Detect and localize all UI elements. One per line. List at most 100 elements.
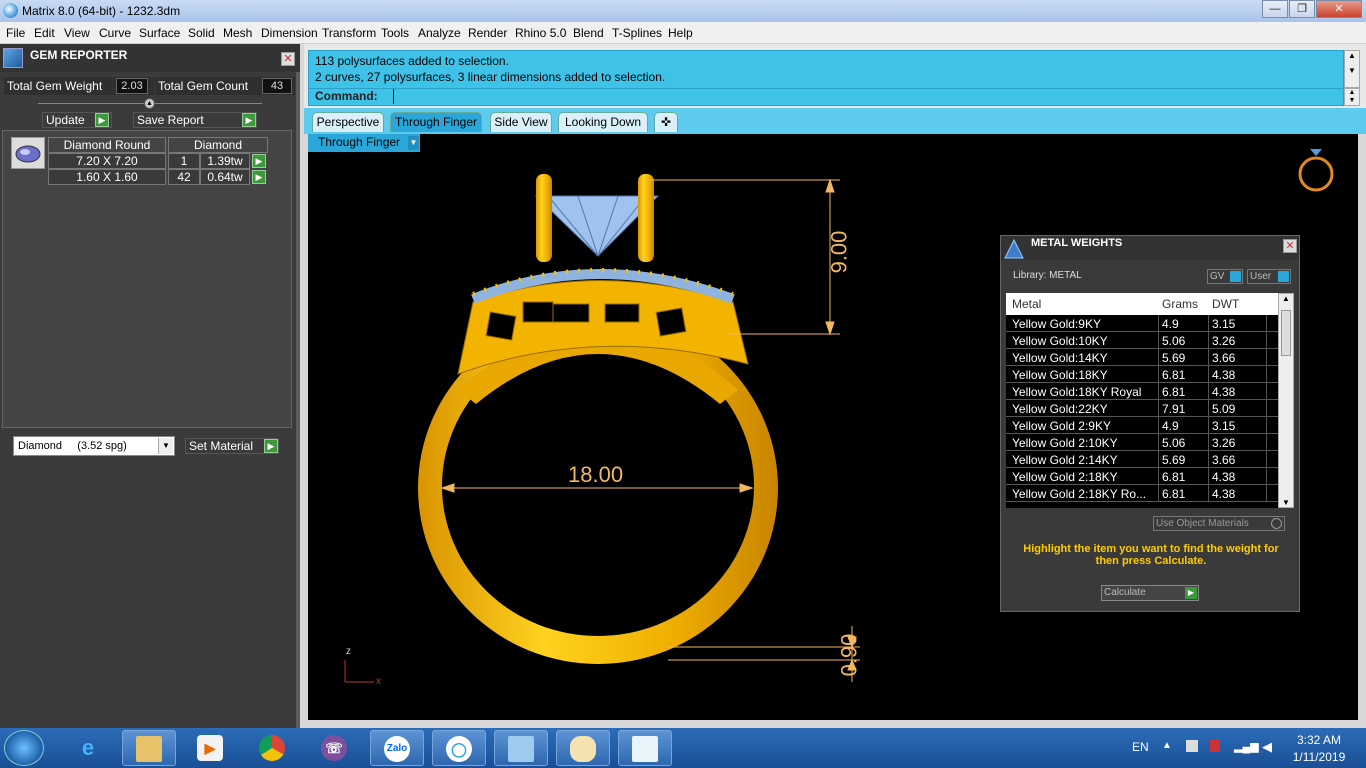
user-toggle[interactable]: User: [1247, 269, 1291, 284]
metal-weights-header: METAL WEIGHTS ✕: [1001, 236, 1299, 260]
tray-arrow-icon[interactable]: ▲: [1162, 740, 1172, 751]
gem-row-size[interactable]: 7.20 X 7.20: [48, 153, 166, 169]
command-scrollbar-2[interactable]: ▲ ▼: [1344, 88, 1360, 106]
command-input[interactable]: [393, 89, 394, 104]
menu-mesh[interactable]: Mesh: [223, 26, 252, 40]
total-gem-weight-value: 2.03: [116, 78, 148, 94]
gem-row-go-icon[interactable]: ▶: [252, 154, 266, 168]
calculate-button[interactable]: Calculate ▶: [1101, 585, 1199, 601]
command-scrollbar[interactable]: ▲ ▼: [1344, 50, 1360, 88]
gem-row-go-icon[interactable]: ▶: [252, 170, 266, 184]
close-icon[interactable]: ✕: [1283, 239, 1297, 253]
metal-row[interactable]: Yellow Gold 2:9KY 4.9 3.15: [1006, 417, 1278, 434]
metal-row[interactable]: Yellow Gold:14KY 5.69 3.66: [1006, 349, 1278, 366]
gem-row-count[interactable]: 42: [168, 169, 200, 185]
menu-curve[interactable]: Curve: [99, 26, 131, 40]
chrome-icon[interactable]: [246, 730, 300, 766]
metal-grams: 6.81: [1162, 487, 1186, 501]
volume-icon[interactable]: ◀: [1262, 739, 1272, 755]
metal-name: Yellow Gold 2:18KY Ro...: [1012, 487, 1147, 501]
metal-dwt: 4.38: [1212, 368, 1236, 382]
menu-help[interactable]: Help: [668, 26, 693, 40]
metal-dwt: 3.66: [1212, 351, 1236, 365]
explorer-icon[interactable]: [122, 730, 176, 766]
clock-time[interactable]: 3:32 AM: [1290, 733, 1348, 747]
chevron-down-icon[interactable]: ▼: [158, 438, 173, 454]
metal-row[interactable]: Yellow Gold:22KY 7.91 5.09: [1006, 400, 1278, 417]
network-icon[interactable]: ▂▄▆: [1234, 740, 1259, 753]
ie-icon[interactable]: e: [62, 730, 116, 766]
metal-dwt: 4.38: [1212, 385, 1236, 399]
menu-render[interactable]: Render: [468, 26, 507, 40]
tab-perspective[interactable]: Perspective: [312, 112, 384, 132]
metal-row[interactable]: Yellow Gold 2:18KY Ro... 6.81 4.38: [1006, 485, 1278, 502]
security-icon[interactable]: [1210, 740, 1220, 752]
tab-through-finger[interactable]: Through Finger: [390, 112, 482, 132]
flag-icon[interactable]: [1186, 740, 1198, 752]
metal-dwt: 3.66: [1212, 453, 1236, 467]
gem-row-weight[interactable]: 1.39tw: [200, 153, 250, 169]
viewport-tabs: Perspective Through Finger Side View Loo…: [304, 108, 1366, 134]
metal-row[interactable]: Yellow Gold:18KY Royal 6.81 4.38: [1006, 383, 1278, 400]
menu-view[interactable]: View: [64, 26, 90, 40]
gv-toggle[interactable]: GV: [1207, 269, 1243, 284]
gem-row-count[interactable]: 1: [168, 153, 200, 169]
notes-icon[interactable]: [618, 730, 672, 766]
add-tab-icon[interactable]: ✜: [654, 112, 678, 132]
matrix-icon[interactable]: ◯: [432, 730, 486, 766]
menu-transform[interactable]: Transform: [322, 26, 376, 40]
col-material-header: Diamond: [168, 137, 268, 153]
update-go-icon[interactable]: ▶: [95, 113, 109, 127]
menu-solid[interactable]: Solid: [188, 26, 215, 40]
app-icon: [3, 3, 18, 18]
zalo-icon[interactable]: Zalo: [370, 730, 424, 766]
menu-dimension[interactable]: Dimension: [261, 26, 318, 40]
diamond-thumbnail: [11, 137, 45, 169]
tab-looking-down[interactable]: Looking Down: [558, 112, 648, 132]
paint-icon[interactable]: [556, 730, 610, 766]
gem-row-weight[interactable]: 0.64tw: [200, 169, 250, 185]
save-report-button[interactable]: Save Report: [133, 112, 257, 128]
metal-row[interactable]: Yellow Gold 2:14KY 5.69 3.66: [1006, 451, 1278, 468]
control-panel-icon[interactable]: [494, 730, 548, 766]
start-button[interactable]: [4, 730, 44, 766]
menu-file[interactable]: File: [6, 26, 25, 40]
minimize-button[interactable]: —: [1262, 0, 1288, 18]
menu-edit[interactable]: Edit: [34, 26, 55, 40]
maximize-button[interactable]: ❐: [1289, 0, 1315, 18]
language-indicator[interactable]: EN: [1132, 740, 1149, 754]
user-label: User: [1250, 271, 1272, 282]
gv-label: GV: [1210, 271, 1225, 282]
tab-side-view[interactable]: Side View: [490, 112, 552, 132]
viber-icon[interactable]: ☏: [308, 730, 362, 766]
close-icon[interactable]: ✕: [281, 52, 295, 66]
col-metal: Metal: [1012, 297, 1042, 311]
menu-surface[interactable]: Surface: [139, 26, 180, 40]
metal-row[interactable]: Yellow Gold 2:18KY 6.81 4.38: [1006, 468, 1278, 485]
use-object-materials-toggle[interactable]: Use Object Materials: [1153, 516, 1285, 531]
media-icon[interactable]: ▶: [184, 730, 238, 766]
menu-tools[interactable]: Tools: [381, 26, 409, 40]
metal-weights-title: METAL WEIGHTS: [1031, 237, 1123, 249]
col-shape-header: Diamond Round: [48, 137, 166, 153]
menu-blend[interactable]: Blend: [573, 26, 604, 40]
menu-analyze[interactable]: Analyze: [418, 26, 461, 40]
metal-name: Yellow Gold 2:9KY: [1012, 419, 1111, 433]
menu-tsplines[interactable]: T-Splines: [612, 26, 662, 40]
metal-table-scrollbar[interactable]: ▲ ▼: [1278, 293, 1294, 508]
gem-reporter-icon: [3, 48, 23, 68]
set-material-go-icon[interactable]: ▶: [264, 439, 278, 453]
metal-row[interactable]: Yellow Gold:10KY 5.06 3.26: [1006, 332, 1278, 349]
metal-row[interactable]: Yellow Gold 2:10KY 5.06 3.26: [1006, 434, 1278, 451]
metal-row[interactable]: Yellow Gold:9KY 4.9 3.15: [1006, 315, 1278, 332]
metal-row[interactable]: Yellow Gold:18KY 6.81 4.38: [1006, 366, 1278, 383]
collapse-icon[interactable]: ▲: [144, 98, 155, 109]
menu-rhino[interactable]: Rhino 5.0: [515, 26, 566, 40]
metal-name: Yellow Gold:18KY: [1012, 368, 1108, 382]
menu-bar: File Edit View Curve Surface Solid Mesh …: [0, 22, 1366, 44]
clock-date[interactable]: 1/11/2019: [1286, 750, 1352, 764]
material-select[interactable]: Diamond (3.52 spg) ▼: [13, 436, 175, 456]
close-button[interactable]: ✕: [1316, 0, 1362, 18]
save-report-go-icon[interactable]: ▶: [242, 113, 256, 127]
gem-row-size[interactable]: 1.60 X 1.60: [48, 169, 166, 185]
